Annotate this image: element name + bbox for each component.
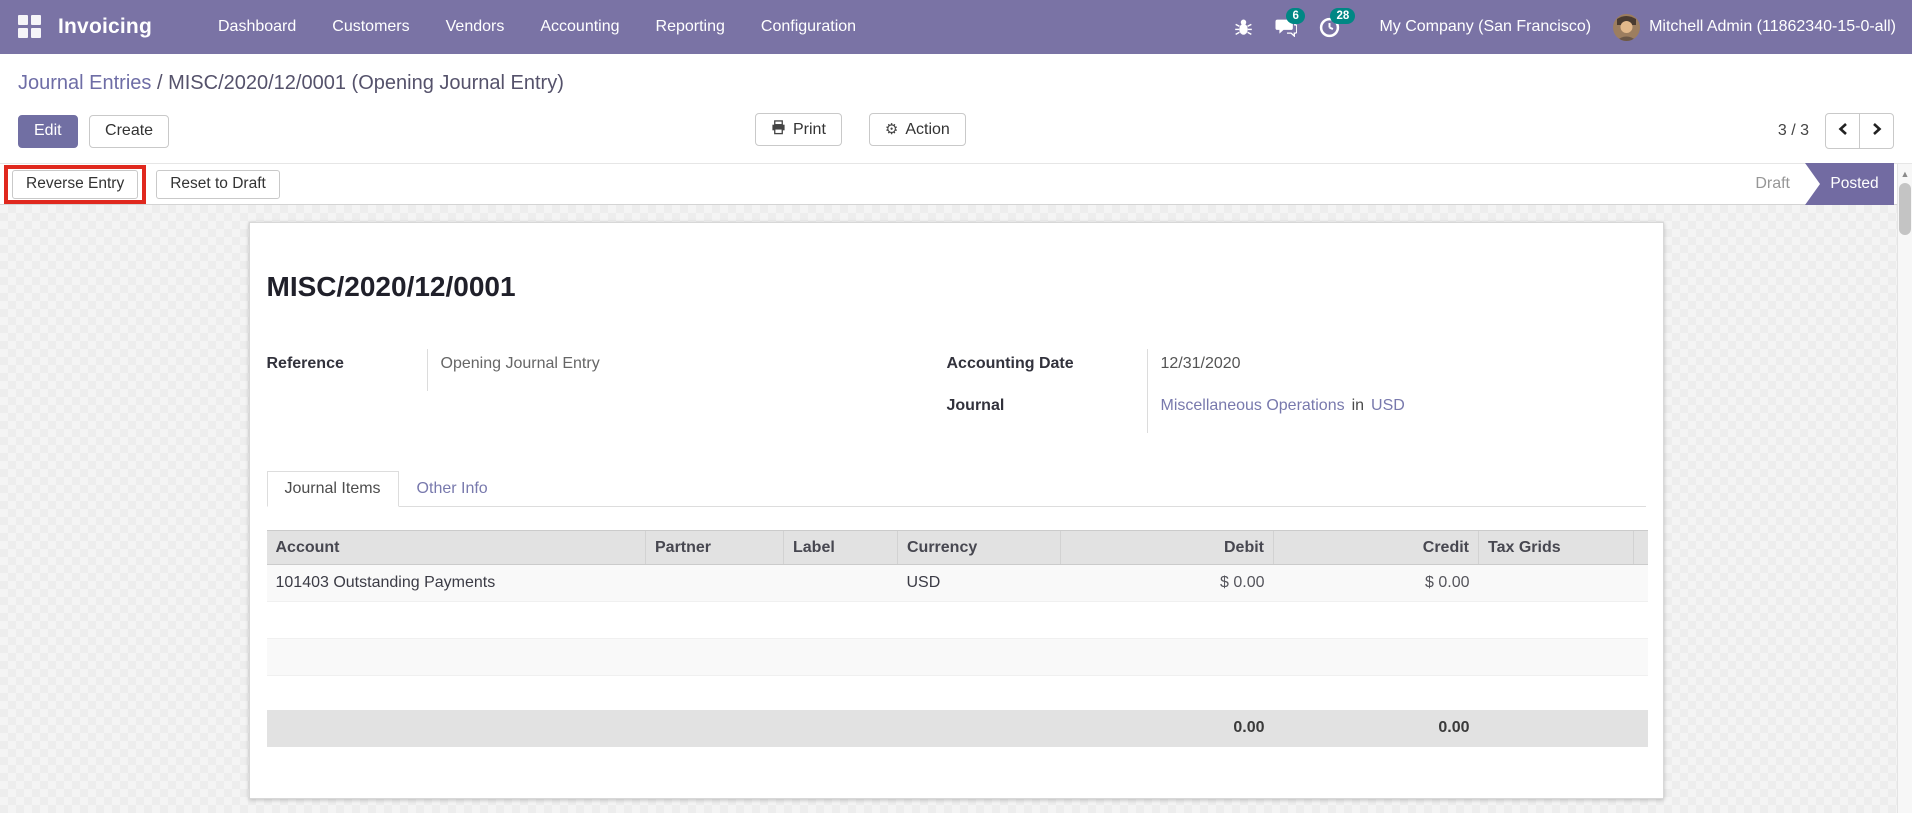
- user-menu[interactable]: Mitchell Admin (11862340-15-0-all): [1613, 13, 1896, 41]
- pager-value[interactable]: 3 / 3: [1778, 122, 1809, 140]
- accounting-date-label: Accounting Date: [946, 355, 1074, 372]
- vertical-scrollbar[interactable]: ▲: [1897, 164, 1912, 813]
- reference-label: Reference: [266, 355, 344, 372]
- activities-count-badge: 28: [1330, 8, 1356, 24]
- journal-value: Miscellaneous Operations in USD: [1146, 391, 1646, 433]
- cell-account[interactable]: 101403 Outstanding Payments: [266, 564, 646, 602]
- app-title[interactable]: Invoicing: [58, 15, 152, 39]
- top-navbar: Invoicing Dashboard Customers Vendors Ac…: [0, 0, 1912, 54]
- empty-row: [266, 638, 1648, 676]
- field-group-right: Accounting Date 12/31/2020 Journal Misce…: [947, 349, 1646, 433]
- column-tax-grids[interactable]: Tax Grids: [1478, 530, 1634, 565]
- cell-partner[interactable]: [645, 564, 784, 602]
- tab-other-info[interactable]: Other Info: [399, 471, 506, 507]
- debug-bug-icon[interactable]: [1223, 0, 1264, 54]
- tutorial-highlight-box: Reverse Entry: [4, 164, 147, 204]
- apps-grid-icon[interactable]: [18, 15, 42, 39]
- breadcrumb: Journal Entries / MISC/2020/12/0001 (Ope…: [18, 71, 1894, 95]
- column-debit[interactable]: Debit: [1060, 530, 1274, 565]
- scrollbar-thumb[interactable]: [1899, 183, 1911, 235]
- tab-journal-items[interactable]: Journal Items: [266, 471, 399, 507]
- state-draft[interactable]: Draft: [1755, 175, 1790, 193]
- statusbar-states: Draft Posted: [1755, 163, 1894, 205]
- main-menu: Dashboard Customers Vendors Accounting R…: [200, 0, 874, 54]
- menu-configuration[interactable]: Configuration: [743, 0, 874, 54]
- menu-dashboard[interactable]: Dashboard: [200, 0, 314, 54]
- menu-reporting[interactable]: Reporting: [638, 0, 743, 54]
- company-switcher[interactable]: My Company (San Francisco): [1379, 18, 1591, 36]
- printer-icon: [771, 119, 786, 140]
- column-credit[interactable]: Credit: [1273, 530, 1479, 565]
- notebook-tabs: Journal Items Other Info: [266, 470, 1646, 507]
- journal-items-table: Account Partner Label Currency Debit Cre…: [266, 530, 1648, 747]
- total-credit: 0.00: [1273, 709, 1479, 747]
- cell-label[interactable]: [783, 564, 898, 602]
- total-debit: 0.00: [1060, 709, 1274, 747]
- chevron-left-icon: [1837, 122, 1849, 141]
- menu-customers[interactable]: Customers: [314, 0, 427, 54]
- reset-to-draft-button[interactable]: Reset to Draft: [156, 169, 280, 199]
- scroll-up-arrow[interactable]: ▲: [1898, 164, 1912, 179]
- cell-credit[interactable]: $ 0.00: [1273, 564, 1479, 602]
- table-row[interactable]: 101403 Outstanding Payments USD $ 0.00 $…: [266, 564, 1648, 602]
- spacer-row: [266, 675, 1648, 710]
- action-button[interactable]: ⚙ Action: [868, 113, 966, 146]
- edit-button[interactable]: Edit: [18, 114, 78, 148]
- messages-icon[interactable]: 6: [1264, 0, 1308, 54]
- optional-columns-toggle[interactable]: ⋮: [1633, 530, 1648, 565]
- breadcrumb-journal-entries-link[interactable]: Journal Entries: [18, 72, 151, 94]
- accounting-date-value: 12/31/2020: [1146, 349, 1646, 391]
- pager-previous-button[interactable]: [1825, 113, 1860, 149]
- control-panel: Journal Entries / MISC/2020/12/0001 (Ope…: [0, 54, 1912, 163]
- totals-row: 0.00 0.00: [266, 709, 1648, 747]
- journal-label: Journal: [946, 397, 1005, 414]
- table-header-row: Account Partner Label Currency Debit Cre…: [266, 530, 1648, 565]
- messages-count-badge: 6: [1286, 8, 1305, 24]
- cell-currency[interactable]: USD: [897, 564, 1061, 602]
- record-title: MISC/2020/12/0001: [266, 271, 516, 302]
- empty-row: [266, 601, 1648, 639]
- state-posted[interactable]: Posted: [1805, 163, 1894, 205]
- chevron-right-icon: [1871, 122, 1883, 141]
- cell-debit[interactable]: $ 0.00: [1060, 564, 1274, 602]
- menu-vendors[interactable]: Vendors: [428, 0, 523, 54]
- activities-clock-icon[interactable]: 28: [1308, 0, 1356, 54]
- journal-connector: in: [1351, 397, 1365, 414]
- kebab-icon: ⋮: [1643, 539, 1648, 556]
- column-partner[interactable]: Partner: [645, 530, 784, 565]
- breadcrumb-separator: /: [151, 72, 169, 94]
- form-view-background: MISC/2020/12/0001 Reference Opening Jour…: [0, 205, 1912, 813]
- print-button[interactable]: Print: [755, 113, 842, 146]
- statusbar: Reverse Entry Reset to Draft Draft Poste…: [0, 163, 1912, 205]
- reverse-entry-button[interactable]: Reverse Entry: [12, 169, 139, 199]
- user-avatar: [1613, 13, 1641, 41]
- column-account[interactable]: Account: [266, 530, 646, 565]
- menu-accounting[interactable]: Accounting: [522, 0, 637, 54]
- gear-icon: ⚙: [884, 120, 899, 138]
- currency-link[interactable]: USD: [1371, 397, 1405, 414]
- create-button[interactable]: Create: [89, 114, 170, 148]
- pager-next-button[interactable]: [1859, 113, 1894, 149]
- journal-link[interactable]: Miscellaneous Operations: [1161, 397, 1345, 414]
- form-sheet: MISC/2020/12/0001 Reference Opening Jour…: [248, 222, 1664, 799]
- breadcrumb-current: MISC/2020/12/0001 (Opening Journal Entry…: [168, 72, 564, 94]
- reference-value: Opening Journal Entry: [426, 349, 947, 391]
- column-label[interactable]: Label: [783, 530, 898, 565]
- user-name: Mitchell Admin (11862340-15-0-all): [1649, 18, 1896, 35]
- column-currency[interactable]: Currency: [897, 530, 1061, 565]
- field-group-left: Reference Opening Journal Entry: [267, 349, 947, 433]
- cell-tax-grids[interactable]: [1478, 564, 1634, 602]
